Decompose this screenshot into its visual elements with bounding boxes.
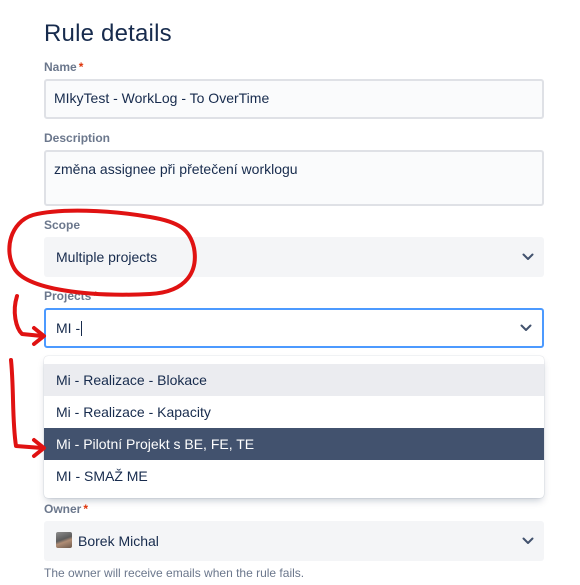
required-marker: * [83,502,89,516]
owner-select-value: Borek Michal [78,533,159,549]
projects-label-text: Projects [44,289,92,303]
owner-select[interactable]: Borek Michal [44,521,544,561]
user-avatar-icon [56,532,72,548]
annotation-arrow-2 [9,358,44,450]
description-label: Description [44,131,111,145]
project-option[interactable]: MI - SMAŽ ME [44,460,544,492]
project-option[interactable]: Mi - Realizace - Kapacity [44,396,544,428]
required-marker: * [78,60,84,74]
name-input[interactable]: MIkyTest - WorkLog - To OverTime [44,79,544,119]
name-label-text: Name [44,60,77,74]
annotation-arrowhead-2 [32,438,46,458]
owner-label: Owner * [44,502,88,516]
scope-select[interactable]: Multiple projects [44,237,544,277]
required-marker: * [93,289,99,303]
chevron-down-icon [522,537,534,544]
scope-select-value: Multiple projects [56,249,158,265]
description-textarea-value: změna assignee při přetečení worklogu [54,161,298,177]
annotation-arrow-1 [12,294,44,338]
projects-label: Projects * [44,289,98,303]
projects-input-value: MI - [56,320,83,336]
projects-select-input[interactable]: MI - [44,308,544,348]
annotation-arrowhead-1 [32,326,46,346]
owner-help-text: The owner will receive emails when the r… [44,566,305,580]
project-option-label: MI - SMAŽ ME [56,468,148,484]
page-title: Rule details [44,20,172,47]
project-option-label: Mi - Realizace - Kapacity [56,404,211,420]
owner-label-text: Owner [44,502,82,516]
scope-label: Scope [44,218,81,232]
project-option-selected[interactable]: Mi - Pilotní Projekt s BE, FE, TE [44,428,544,460]
project-option-label: Mi - Pilotní Projekt s BE, FE, TE [56,436,255,452]
projects-dropdown-menu: Mi - Realizace - Blokace Mi - Realizace … [44,356,544,498]
project-option[interactable]: Mi - Realizace - Blokace [44,364,544,396]
projects-input-text: MI - [56,320,81,336]
name-input-value: MIkyTest - WorkLog - To OverTime [54,90,270,106]
text-caret [81,321,83,336]
name-label: Name * [44,60,83,74]
chevron-down-icon[interactable] [520,322,532,334]
project-option-label: Mi - Realizace - Blokace [56,372,207,388]
chevron-down-icon [522,253,534,260]
description-textarea[interactable]: změna assignee při přetečení worklogu [44,150,544,206]
